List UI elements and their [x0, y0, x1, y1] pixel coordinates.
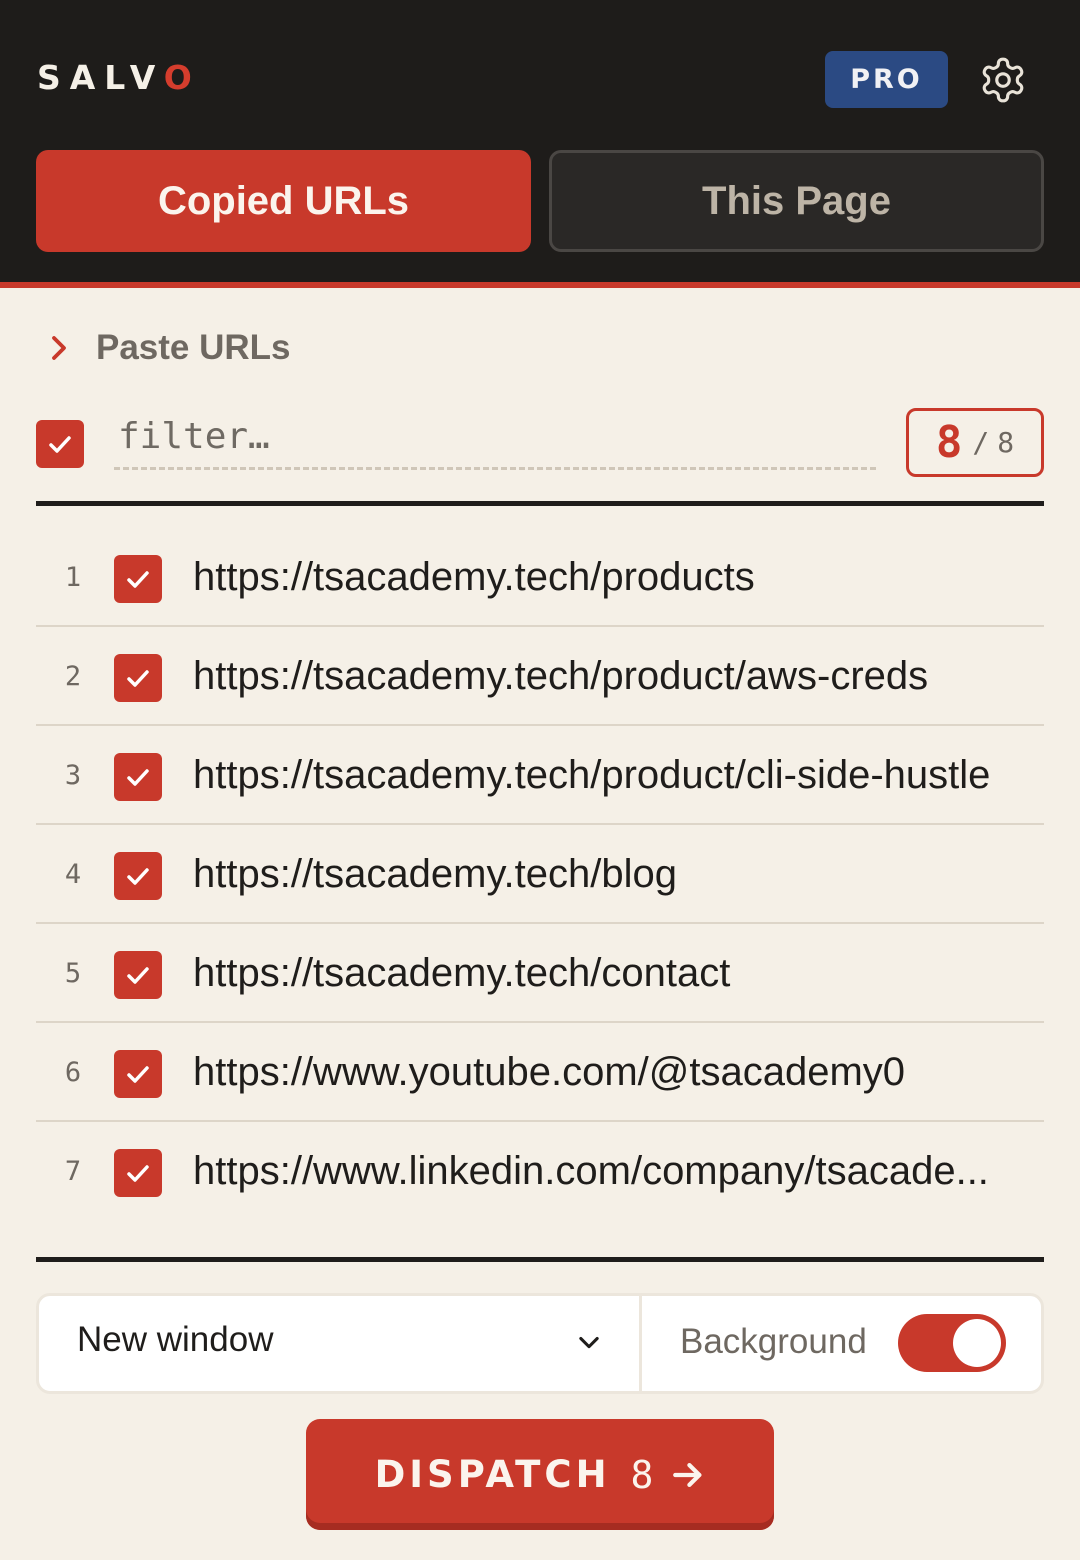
url-row[interactable]: 3 https://tsacademy.tech/product/cli-sid… [36, 726, 1044, 825]
row-url: https://tsacademy.tech/product/cli-side-… [193, 753, 991, 797]
row-checkbox[interactable] [114, 753, 162, 801]
row-url: https://tsacademy.tech/contact [193, 951, 731, 995]
row-checkbox[interactable] [114, 1050, 162, 1098]
app-logo: SALVO [37, 58, 201, 97]
paste-urls-toggle[interactable]: Paste URLs [44, 322, 291, 374]
row-index: 7 [64, 1156, 82, 1187]
url-row[interactable]: 7 https://www.linkedin.com/company/tsaca… [36, 1122, 1044, 1221]
url-row[interactable]: 2 https://tsacademy.tech/product/aws-cre… [36, 627, 1044, 726]
list-bottom-divider [36, 1257, 1044, 1262]
toggle-knob [953, 1319, 1001, 1367]
row-url: https://tsacademy.tech/product/aws-creds [193, 654, 929, 698]
header-accent-line [0, 282, 1080, 288]
row-index: 2 [64, 661, 82, 692]
row-checkbox[interactable] [114, 1149, 162, 1197]
row-checkbox[interactable] [114, 555, 162, 603]
url-row[interactable]: 5 https://tsacademy.tech/contact [36, 924, 1044, 1023]
background-option: Background [642, 1296, 1041, 1391]
row-url: https://www.linkedin.com/company/tsacade… [193, 1149, 989, 1193]
row-index: 1 [64, 562, 82, 593]
background-toggle[interactable] [898, 1314, 1006, 1372]
paste-urls-label: Paste URLs [96, 328, 291, 367]
row-checkbox[interactable] [114, 654, 162, 702]
gear-icon[interactable] [978, 55, 1028, 105]
tab-this-page[interactable]: This Page [549, 150, 1044, 252]
background-label: Background [680, 1322, 867, 1361]
chevron-right-icon [52, 336, 66, 360]
url-row[interactable]: 4 https://tsacademy.tech/blog [36, 825, 1044, 924]
row-checkbox[interactable] [114, 951, 162, 999]
row-index: 3 [64, 760, 82, 791]
selected-count: 8 [935, 417, 963, 468]
row-index: 4 [64, 859, 82, 890]
url-row[interactable]: 1 https://tsacademy.tech/products [36, 528, 1044, 627]
list-top-divider [36, 501, 1044, 506]
filter-input[interactable] [114, 406, 876, 470]
row-index: 6 [64, 1057, 82, 1088]
dispatch-count: 8 [630, 1452, 654, 1497]
select-all-checkbox[interactable] [36, 420, 84, 468]
open-mode-value: New window [77, 1320, 274, 1359]
dispatch-label: DISPATCH [374, 1453, 611, 1496]
counter-separator: / [972, 426, 990, 459]
row-index: 5 [64, 958, 82, 989]
arrow-right-icon [673, 1462, 702, 1487]
chevron-down-icon [579, 1336, 599, 1349]
pro-badge[interactable]: PRO [825, 51, 948, 108]
url-list: 1 https://tsacademy.tech/products 2 http… [36, 528, 1044, 1221]
tab-copied-urls[interactable]: Copied URLs [36, 150, 531, 252]
dispatch-button[interactable]: DISPATCH 8 [306, 1419, 774, 1530]
row-url: https://tsacademy.tech/blog [193, 852, 677, 896]
selection-counter: 8 / 8 [906, 408, 1044, 477]
url-row[interactable]: 6 https://www.youtube.com/@tsacademy0 [36, 1023, 1044, 1122]
logo-text: SALV [37, 58, 164, 97]
total-count: 8 [997, 426, 1015, 459]
open-mode-select[interactable]: New window [39, 1296, 642, 1391]
logo-text-accent: O [163, 58, 201, 97]
open-options: New window Background [36, 1293, 1044, 1394]
row-url: https://www.youtube.com/@tsacademy0 [193, 1050, 906, 1094]
row-checkbox[interactable] [114, 852, 162, 900]
row-url: https://tsacademy.tech/products [193, 555, 755, 599]
